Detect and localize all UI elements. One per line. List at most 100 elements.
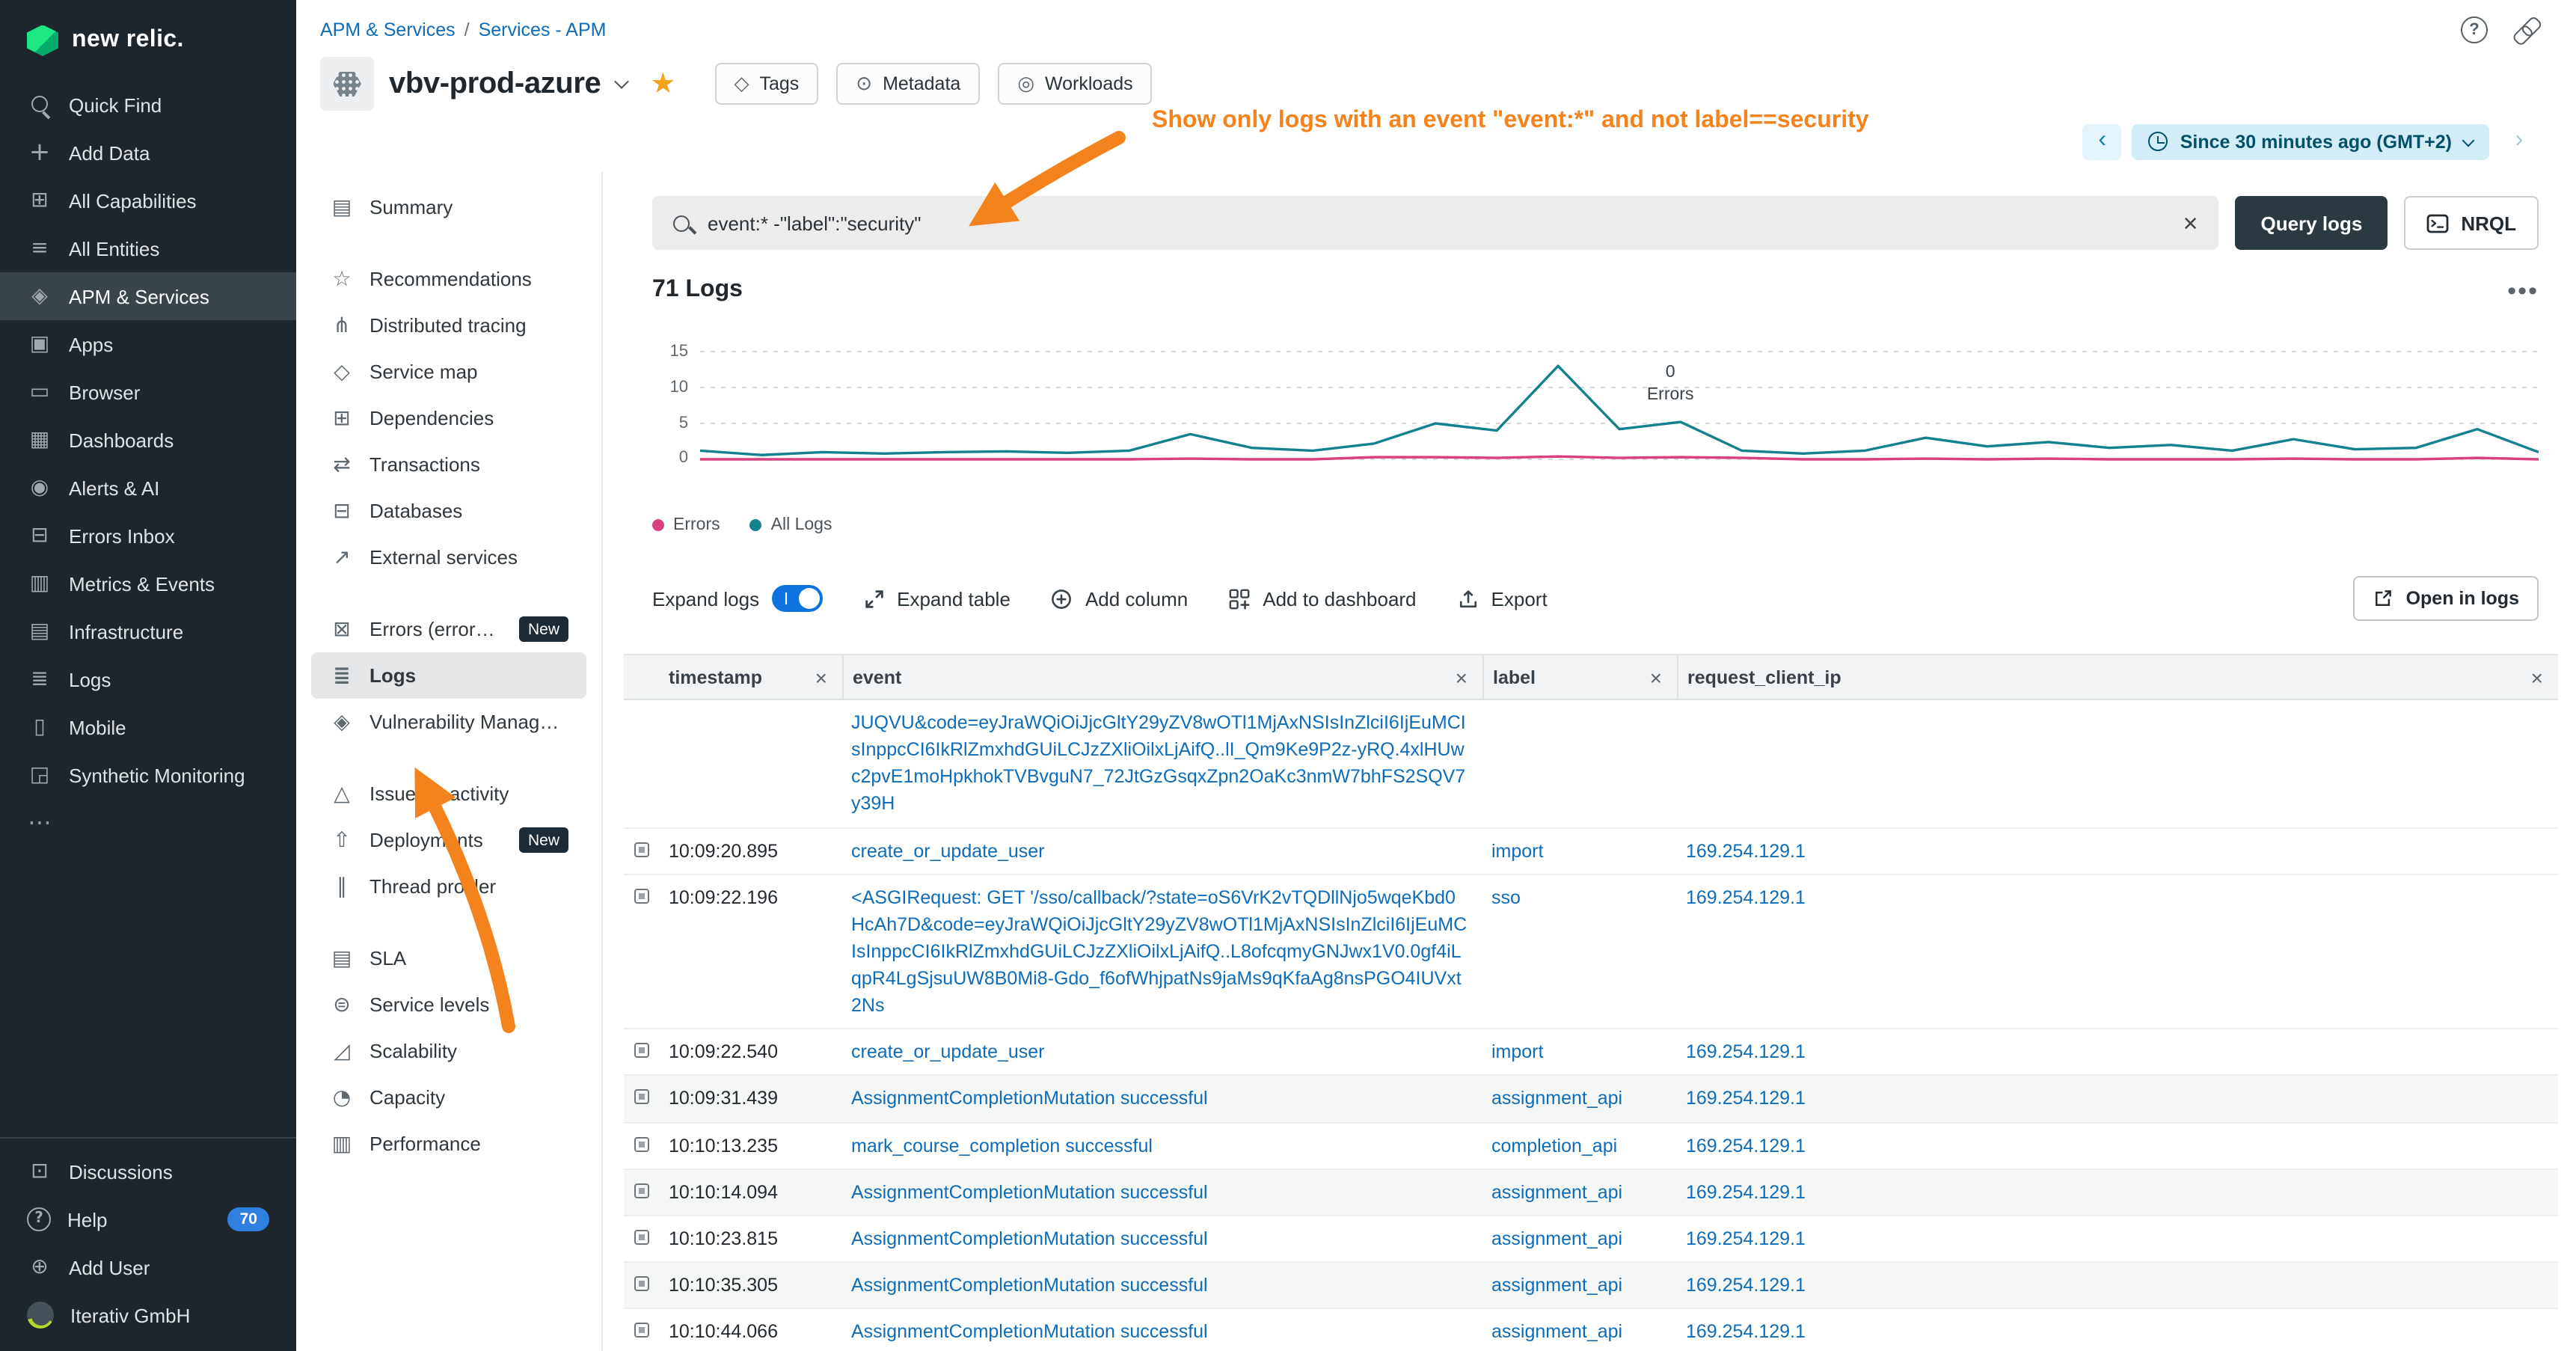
row-detail-icon[interactable] xyxy=(634,842,649,857)
entity-sidebar-item[interactable]: ◇ Service map xyxy=(311,349,586,395)
log-event-link[interactable]: AssignmentCompletionMutation successful xyxy=(851,1228,1208,1249)
log-ip-link[interactable]: 169.254.129.1 xyxy=(1686,1135,1806,1156)
sidebar-item[interactable]: + Add Data xyxy=(0,129,296,177)
entity-sidebar-item[interactable]: ⊟ Databases xyxy=(311,488,586,534)
row-detail-icon[interactable] xyxy=(634,888,649,903)
sidebar-item[interactable]: ▣ Apps xyxy=(0,320,296,368)
log-ip-link[interactable]: 169.254.129.1 xyxy=(1686,840,1806,861)
entity-sidebar-item[interactable]: ▥ Performance xyxy=(311,1121,586,1167)
metadata-button[interactable]: ⊙ Metadata xyxy=(836,63,980,105)
sidebar-item[interactable]: ⊞ All Capabilities xyxy=(0,177,296,224)
log-row[interactable]: 10:09:22.196 <ASGIRequest: GET '/sso/cal… xyxy=(624,874,2558,1029)
log-ip-link[interactable]: 169.254.129.1 xyxy=(1686,1042,1806,1063)
entity-sidebar-item[interactable]: ⊞ Dependencies xyxy=(311,395,586,441)
workloads-button[interactable]: ◎ Workloads xyxy=(998,63,1152,105)
sidebar-bottom-item[interactable]: ⊕ Add User xyxy=(0,1243,296,1291)
log-row[interactable]: 10:10:14.094 AssignmentCompletionMutatio… xyxy=(624,1169,2558,1216)
open-in-logs-button[interactable]: Open in logs xyxy=(2354,576,2539,621)
time-picker[interactable]: Since 30 minutes ago (GMT+2) xyxy=(2132,123,2489,159)
breadcrumb-services-apm[interactable]: Services - APM xyxy=(479,19,607,40)
remove-column-icon[interactable]: × xyxy=(1456,667,1468,687)
help-circle-icon[interactable] xyxy=(2461,16,2488,43)
entity-sidebar-item[interactable]: ⊜ Service levels xyxy=(311,981,586,1028)
sidebar-item[interactable]: Quick Find xyxy=(0,81,296,129)
sidebar-item[interactable]: ▦ Dashboards xyxy=(0,416,296,464)
log-label-link[interactable]: assignment_api xyxy=(1491,1088,1622,1109)
row-detail-icon[interactable] xyxy=(634,1090,649,1105)
entity-sidebar-item[interactable]: ☆ Recommendations xyxy=(311,256,586,302)
entity-sidebar-item[interactable]: ▤ Summary xyxy=(311,184,586,230)
entity-sidebar-item[interactable]: ◔ Capacity xyxy=(311,1074,586,1121)
sidebar-item[interactable]: ◈ APM & Services xyxy=(0,272,296,320)
column-header-timestamp[interactable]: timestamp × xyxy=(660,655,842,699)
log-query-input[interactable] xyxy=(705,210,2168,236)
entity-switcher-chevron-icon[interactable] xyxy=(613,73,628,88)
entity-sidebar-item[interactable]: ≣ Logs xyxy=(311,652,586,699)
log-label-link[interactable]: assignment_api xyxy=(1491,1275,1622,1296)
sidebar-bottom-item[interactable]: ? Help 70 xyxy=(0,1195,296,1243)
time-forward-button[interactable]: › xyxy=(2500,123,2539,159)
entity-sidebar-item[interactable]: ↗ External services xyxy=(311,534,586,580)
sidebar-item[interactable]: ▯ Mobile xyxy=(0,703,296,751)
sidebar-item[interactable]: ▤ Infrastructure xyxy=(0,607,296,655)
nrql-button[interactable]: NRQL xyxy=(2404,196,2539,250)
sidebar-item[interactable]: ▥ Metrics & Events xyxy=(0,560,296,607)
row-detail-icon[interactable] xyxy=(634,1230,649,1245)
clear-query-icon[interactable]: × xyxy=(2183,210,2198,236)
entity-sidebar-item[interactable]: ⊠ Errors (errors inb... New xyxy=(311,606,586,652)
log-row[interactable]: 10:10:35.305 AssignmentCompletionMutatio… xyxy=(624,1263,2558,1309)
export-button[interactable]: Export xyxy=(1457,587,1548,610)
log-label-link[interactable]: completion_api xyxy=(1491,1135,1617,1156)
log-event-link[interactable]: AssignmentCompletionMutation successful xyxy=(851,1275,1208,1296)
log-ip-link[interactable]: 169.254.129.1 xyxy=(1686,1181,1806,1202)
breadcrumb-apm-services[interactable]: APM & Services xyxy=(320,19,456,40)
log-ip-link[interactable]: 169.254.129.1 xyxy=(1686,886,1806,907)
permalink-icon[interactable] xyxy=(2507,12,2543,48)
add-to-dashboard-button[interactable]: Add to dashboard xyxy=(1228,587,1416,610)
sidebar-item[interactable]: ⊟ Errors Inbox xyxy=(0,512,296,560)
expand-table-button[interactable]: Expand table xyxy=(862,587,1011,610)
chart-plot-area[interactable]: 0 Errors xyxy=(700,343,2539,468)
favorite-star-icon[interactable]: ★ xyxy=(650,70,675,98)
log-event-link[interactable]: AssignmentCompletionMutation successful xyxy=(851,1181,1208,1202)
entity-sidebar-item[interactable]: ▤ SLA xyxy=(311,935,586,981)
log-label-link[interactable]: assignment_api xyxy=(1491,1228,1622,1249)
log-row[interactable]: 10:10:23.815 AssignmentCompletionMutatio… xyxy=(624,1216,2558,1263)
log-row[interactable]: 10:09:20.895 create_or_update_user impor… xyxy=(624,828,2558,874)
remove-column-icon[interactable]: × xyxy=(2531,667,2543,687)
more-menu-button[interactable]: ••• xyxy=(2507,278,2539,303)
entity-sidebar-item[interactable]: △ Issues & activity xyxy=(311,771,586,817)
sidebar-item[interactable]: ◉ Alerts & AI xyxy=(0,464,296,512)
expand-logs-toggle[interactable] xyxy=(771,585,822,612)
log-row[interactable]: 10:10:13.235 mark_course_completion succ… xyxy=(624,1123,2558,1169)
log-label-link[interactable]: assignment_api xyxy=(1491,1321,1622,1342)
sidebar-bottom-item[interactable]: Iterativ GmbH xyxy=(0,1291,296,1339)
time-back-button[interactable]: ‹ xyxy=(2083,123,2122,159)
tags-button[interactable]: ◇ Tags xyxy=(714,63,818,105)
log-label-link[interactable]: assignment_api xyxy=(1491,1181,1622,1202)
newrelic-logo[interactable]: new relic. xyxy=(0,0,296,81)
log-row[interactable]: JUQVU&code=eyJraWQiOiJjcGltY29yZV8wOTl1M… xyxy=(624,700,2558,828)
row-detail-icon[interactable] xyxy=(634,1044,649,1059)
log-event-link[interactable]: <ASGIRequest: GET '/sso/callback/?state=… xyxy=(851,886,1467,1016)
log-ip-link[interactable]: 169.254.129.1 xyxy=(1686,1088,1806,1109)
log-row[interactable]: 10:09:31.439 AssignmentCompletionMutatio… xyxy=(624,1076,2558,1123)
log-ip-link[interactable]: 169.254.129.1 xyxy=(1686,1228,1806,1249)
add-column-button[interactable]: Add column xyxy=(1051,587,1188,610)
sidebar-item[interactable]: ≡ All Entities xyxy=(0,224,296,272)
entity-sidebar-item[interactable]: ⇄ Transactions xyxy=(311,441,586,488)
log-event-link[interactable]: mark_course_completion successful xyxy=(851,1135,1153,1156)
log-event-link[interactable]: create_or_update_user xyxy=(851,1042,1045,1063)
log-row[interactable]: 10:10:44.066 AssignmentCompletionMutatio… xyxy=(624,1309,2558,1351)
log-ip-link[interactable]: 169.254.129.1 xyxy=(1686,1321,1806,1342)
legend-all-logs[interactable]: All Logs xyxy=(750,516,832,534)
entity-sidebar-item[interactable]: ⇧ Deployments New xyxy=(311,817,586,863)
entity-sidebar-item[interactable]: ◿ Scalability xyxy=(311,1028,586,1074)
entity-sidebar-item[interactable]: ∥ Thread profiler xyxy=(311,863,586,910)
column-header-request-client-ip[interactable]: request_client_ip × xyxy=(1677,655,2558,699)
log-label-link[interactable]: sso xyxy=(1491,886,1521,907)
sidebar-item[interactable]: ≣ Logs xyxy=(0,655,296,703)
sidebar-item[interactable]: ◲ Synthetic Monitoring xyxy=(0,751,296,799)
log-ip-link[interactable]: 169.254.129.1 xyxy=(1686,1275,1806,1296)
entity-sidebar-item[interactable]: ⋔ Distributed tracing xyxy=(311,302,586,349)
